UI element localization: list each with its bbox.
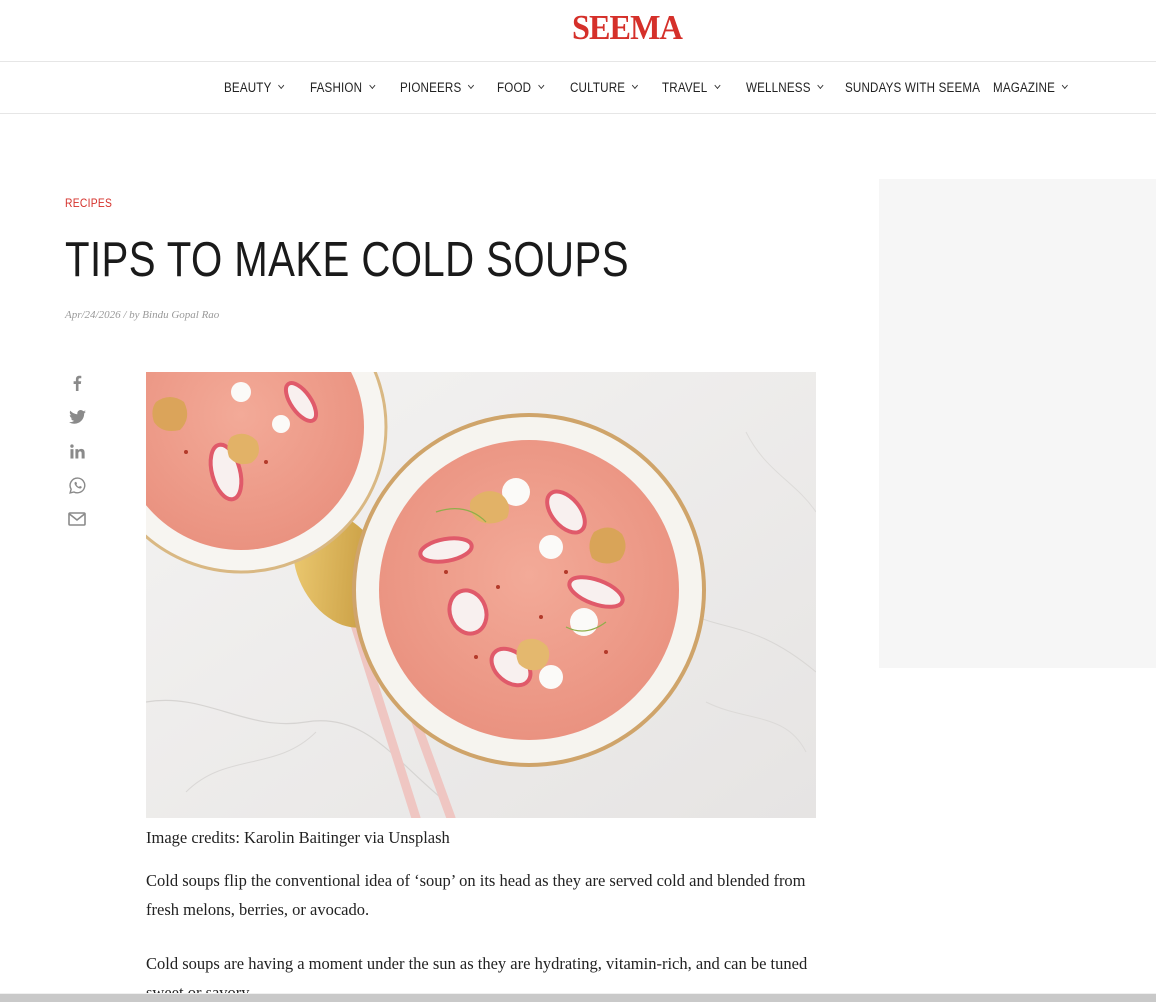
scrollbar-thumb[interactable] [0, 994, 1156, 1002]
article-paragraph: Cold soups flip the conventional idea of… [146, 871, 806, 919]
chevron-down-icon [468, 81, 475, 90]
horizontal-scrollbar[interactable] [0, 993, 1156, 1002]
site-header: SEEMA [0, 0, 1156, 62]
facebook-icon[interactable] [66, 373, 88, 393]
nav-item-label: TRAVEL [662, 80, 708, 95]
nav-item-label: WELLNESS [746, 80, 811, 95]
article-hero-image [146, 372, 816, 818]
chevron-down-icon [278, 81, 285, 90]
nav-item-label: MAGAZINE [993, 80, 1056, 95]
nav-item-label: PIONEERS [400, 80, 462, 95]
nav-item-fashion[interactable]: FASHION [310, 80, 376, 95]
nav-item-pioneers[interactable]: PIONEERS [400, 80, 475, 95]
nav-item-beauty[interactable]: BEAUTY [224, 80, 285, 95]
article-title: TIPS TO MAKE COLD SOUPS [65, 233, 629, 287]
whatsapp-icon[interactable] [66, 475, 88, 495]
image-caption: Image credits: Karolin Baitinger via Uns… [146, 828, 450, 847]
linkedin-icon[interactable] [66, 441, 88, 461]
nav-item-label: SUNDAYS WITH SEEMA [845, 80, 981, 95]
email-icon[interactable] [66, 509, 88, 529]
chevron-down-icon [817, 81, 824, 90]
nav-item-travel[interactable]: TRAVEL [662, 80, 721, 95]
chevron-down-icon [714, 81, 721, 90]
nav-item-wellness[interactable]: WELLNESS [746, 80, 824, 95]
chevron-down-icon [369, 81, 376, 90]
nav-item-label: FOOD [497, 80, 532, 95]
nav-item-sundays-with-seema[interactable]: SUNDAYS WITH SEEMA [845, 80, 980, 95]
twitter-icon[interactable] [66, 407, 88, 427]
main-nav: BEAUTY FASHION PIONEERS FOOD CULTURE TRA… [0, 63, 1156, 114]
site-logo[interactable]: SEEMA [572, 8, 683, 48]
nav-item-label: BEAUTY [224, 80, 272, 95]
article-category-link[interactable]: RECIPES [65, 196, 112, 210]
chevron-down-icon [538, 81, 545, 90]
chevron-down-icon [632, 81, 639, 90]
nav-item-culture[interactable]: CULTURE [570, 80, 639, 95]
sidebar-ad-slot [879, 179, 1156, 668]
chevron-down-icon [1061, 81, 1068, 90]
nav-item-food[interactable]: FOOD [497, 80, 545, 95]
nav-item-magazine[interactable]: MAGAZINE [993, 80, 1068, 95]
nav-item-label: FASHION [310, 80, 363, 95]
nav-item-label: CULTURE [570, 80, 626, 95]
article-meta: Apr/24/2026 / by Bindu Gopal Rao [65, 309, 220, 321]
